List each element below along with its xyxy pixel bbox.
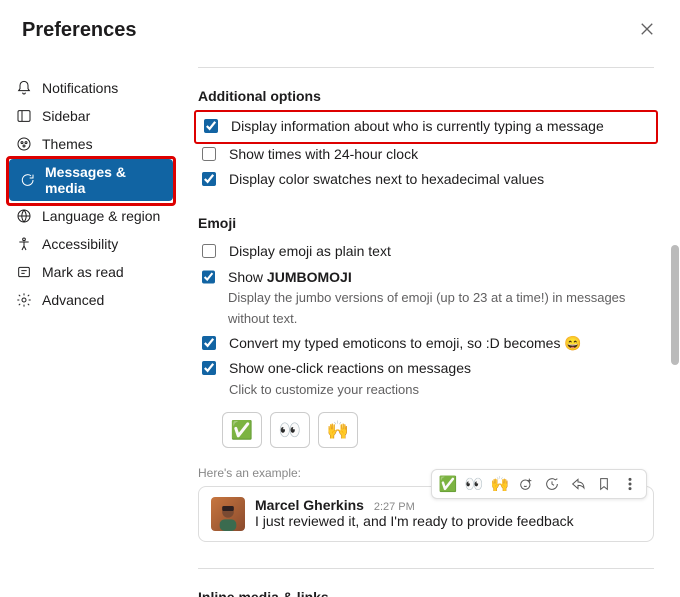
gear-icon [16,292,32,308]
option-sublabel: Click to customize your reactions [229,380,471,400]
checkbox-convert[interactable] [202,336,216,350]
sidebar-item-label: Sidebar [42,108,90,124]
option-label: Show times with 24-hour clock [229,144,418,166]
sidebar-item-label: Accessibility [42,236,118,252]
accessibility-icon [16,236,32,252]
option-label: Display color swatches next to hexadecim… [229,169,544,191]
sidebar-item-label: Advanced [42,292,104,308]
close-button[interactable] [636,16,658,45]
option-label: Convert my typed emoticons to emoji, so … [229,333,582,355]
sidebar-item-accessibility[interactable]: Accessibility [6,231,176,257]
message-actions-toolbar: ✅ 👀 🙌 [431,469,647,499]
section-emoji: Emoji [198,215,654,231]
option-jumbomoji[interactable]: Show JUMBOMOJI Display the jumbo version… [198,265,654,331]
option-emoji-plain[interactable]: Display emoji as plain text [198,239,654,265]
scrollbar-thumb[interactable] [671,245,679,365]
message-text: I just reviewed it, and I'm ready to pro… [255,513,641,529]
main-panel: Additional options Display information a… [182,55,680,597]
section-inline-media: Inline media & links [198,589,654,597]
option-label: Display information about who is current… [231,116,604,138]
section-additional-options: Additional options [198,88,654,104]
message-time: 2:27 PM [374,501,415,513]
action-bookmark[interactable] [594,474,614,494]
sidebar-icon [16,108,32,124]
reaction-button-hands[interactable]: 🙌 [318,412,358,448]
action-thread[interactable] [542,474,562,494]
action-more[interactable] [620,474,640,494]
message-author: Marcel Gherkins [255,497,364,513]
example-message: ✅ 👀 🙌 Marcel Gherkins 2:27 PM I just rev… [198,486,654,542]
reaction-button-eyes[interactable]: 👀 [270,412,310,448]
option-24h-clock[interactable]: Show times with 24-hour clock [198,142,654,168]
scrollbar[interactable] [670,65,680,597]
close-icon [640,22,654,36]
option-color-swatches[interactable]: Display color swatches next to hexadecim… [198,167,654,193]
checkbox-emoji-plain[interactable] [202,244,216,258]
page-title: Preferences [22,19,137,42]
sidebar-item-label: Notifications [42,80,118,96]
divider [198,568,654,569]
checkbox-swatches[interactable] [202,172,216,186]
sidebar-item-messages-media[interactable]: Messages & media [9,159,173,201]
sidebar-item-mark-as-read[interactable]: Mark as read [6,259,176,285]
themes-icon [16,136,32,152]
checkbox-24h[interactable] [202,147,216,161]
sidebar-item-label: Mark as read [42,264,124,280]
action-share[interactable] [568,474,588,494]
sidebar-item-language-region[interactable]: Language & region [6,203,176,229]
option-typing-indicator[interactable]: Display information about who is current… [200,114,652,140]
sidebar: Notifications Sidebar Themes Messages & … [0,55,182,597]
option-sublabel: Display the jumbo versions of emoji (up … [228,288,654,328]
action-add-reaction[interactable] [516,474,536,494]
sidebar-item-label: Messages & media [45,164,163,196]
action-react-hands[interactable]: 🙌 [490,474,510,494]
option-label: Show JUMBOMOJI Display the jumbo version… [228,267,654,329]
checkbox-jumbomoji[interactable] [202,270,215,284]
action-react-eyes[interactable]: 👀 [464,474,484,494]
sidebar-item-advanced[interactable]: Advanced [6,287,176,313]
globe-icon [16,208,32,224]
messages-icon [19,172,35,188]
mark-read-icon [16,264,32,280]
checkbox-oneclick[interactable] [202,361,216,375]
sidebar-item-notifications[interactable]: Notifications [6,75,176,101]
sidebar-item-sidebar[interactable]: Sidebar [6,103,176,129]
option-one-click-reactions[interactable]: Show one-click reactions on messages Cli… [198,356,654,402]
divider [198,67,654,68]
sidebar-item-label: Themes [42,136,93,152]
option-label: Display emoji as plain text [229,241,391,263]
sidebar-item-label: Language & region [42,208,160,224]
reaction-buttons: ✅ 👀 🙌 [222,412,654,448]
bell-icon [16,80,32,96]
avatar [211,497,245,531]
option-label: Show one-click reactions on messages Cli… [229,358,471,400]
option-convert-emoticons[interactable]: Convert my typed emoticons to emoji, so … [198,331,654,357]
reaction-button-check[interactable]: ✅ [222,412,262,448]
sidebar-item-themes[interactable]: Themes [6,131,176,157]
action-react-check[interactable]: ✅ [438,474,458,494]
checkbox-typing[interactable] [204,119,218,133]
